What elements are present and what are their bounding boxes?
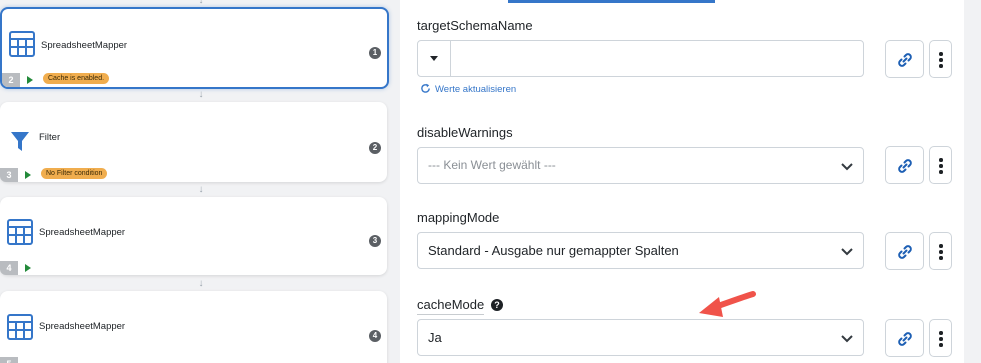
pipeline-step-card[interactable]: SpreadsheetMapper 3 4: [0, 197, 387, 275]
kebab-menu-icon: [939, 331, 943, 335]
link-button[interactable]: [885, 146, 924, 184]
pipeline-step-card[interactable]: SpreadsheetMapper 4 5: [0, 291, 387, 363]
step-index: 3: [0, 168, 18, 182]
active-tab-indicator: [508, 0, 715, 3]
step-index: 5: [0, 357, 18, 363]
chevron-down-icon: [841, 163, 853, 171]
disable-warnings-select[interactable]: --- Kein Wert gewählt ---: [417, 147, 864, 184]
connector-arrow-icon: ↓: [198, 89, 204, 100]
cache-mode-label: cacheMode: [417, 297, 485, 315]
kebab-menu-icon: [939, 158, 943, 162]
pipeline-step-card[interactable]: SpreadsheetMapper 1 2 Cache is enabled.: [0, 7, 389, 89]
more-options-button[interactable]: [929, 146, 952, 184]
connector-arrow-icon: ↓: [198, 184, 204, 195]
step-title: SpreadsheetMapper: [39, 227, 126, 238]
mapping-mode-label: mappingMode: [417, 210, 500, 225]
link-icon: [898, 332, 912, 346]
more-options-button[interactable]: [929, 40, 952, 78]
selected-value: Ja: [428, 330, 442, 345]
connector-arrow-icon: ↓: [198, 0, 204, 6]
chevron-down-icon: [841, 335, 853, 343]
refresh-values-label: Werte aktualisieren: [435, 84, 517, 95]
annotation-arrow-icon: [699, 291, 756, 317]
step-number-badge: 4: [369, 330, 381, 342]
refresh-icon: [421, 83, 430, 93]
step-title: Filter: [39, 132, 61, 143]
pipeline-panel: ↓ SpreadsheetMapper 1 2 Cache is enabled…: [0, 0, 400, 363]
dropdown-toggle-button[interactable]: [418, 41, 451, 76]
more-options-button[interactable]: [929, 232, 952, 270]
selected-value: Standard - Ausgabe nur gemappter Spalten: [428, 243, 679, 258]
step-index: 2: [2, 73, 20, 87]
chevron-down-icon: [841, 248, 853, 256]
play-icon[interactable]: [25, 264, 31, 272]
step-title: SpreadsheetMapper: [39, 321, 126, 332]
selected-value: --- Kein Wert gewählt ---: [428, 158, 556, 172]
kebab-menu-icon: [939, 244, 943, 248]
link-button[interactable]: [885, 40, 924, 78]
help-icon[interactable]: ?: [491, 299, 503, 311]
step-config-panel: targetSchemaName Werte aktualisieren dis…: [400, 0, 964, 363]
step-title: SpreadsheetMapper: [41, 40, 128, 51]
play-icon[interactable]: [27, 76, 33, 84]
cache-mode-label-text: cacheMode: [417, 297, 485, 312]
link-icon: [898, 245, 912, 259]
status-badge: Cache is enabled.: [43, 73, 110, 84]
caret-down-icon: [430, 56, 438, 61]
step-index: 4: [0, 261, 18, 275]
refresh-values-link[interactable]: Werte aktualisieren: [420, 83, 516, 95]
disable-warnings-label: disableWarnings: [417, 125, 513, 140]
step-number-badge: 2: [369, 142, 381, 154]
step-number-badge: 3: [369, 235, 381, 247]
scroll-gutter: [964, 0, 981, 363]
filter-icon: [11, 132, 29, 151]
table-icon: [9, 31, 35, 57]
status-badge: No Filter condition: [41, 168, 108, 179]
table-icon: [7, 314, 33, 340]
link-button[interactable]: [885, 232, 924, 270]
link-icon: [898, 159, 912, 173]
target-schema-name-label: targetSchemaName: [417, 18, 533, 33]
link-icon: [898, 53, 912, 67]
target-schema-name-input[interactable]: [452, 41, 862, 76]
link-button[interactable]: [885, 319, 924, 357]
cache-mode-select[interactable]: Ja: [417, 319, 864, 356]
step-number-badge: 1: [369, 47, 381, 59]
mapping-mode-select[interactable]: Standard - Ausgabe nur gemappter Spalten: [417, 232, 864, 269]
connector-arrow-icon: ↓: [198, 278, 204, 289]
target-schema-name-field: [417, 40, 864, 77]
play-icon[interactable]: [25, 171, 31, 179]
more-options-button[interactable]: [929, 319, 952, 357]
table-icon: [7, 219, 33, 245]
pipeline-step-card[interactable]: Filter 2 3 No Filter condition: [0, 102, 387, 182]
kebab-menu-icon: [939, 52, 943, 56]
